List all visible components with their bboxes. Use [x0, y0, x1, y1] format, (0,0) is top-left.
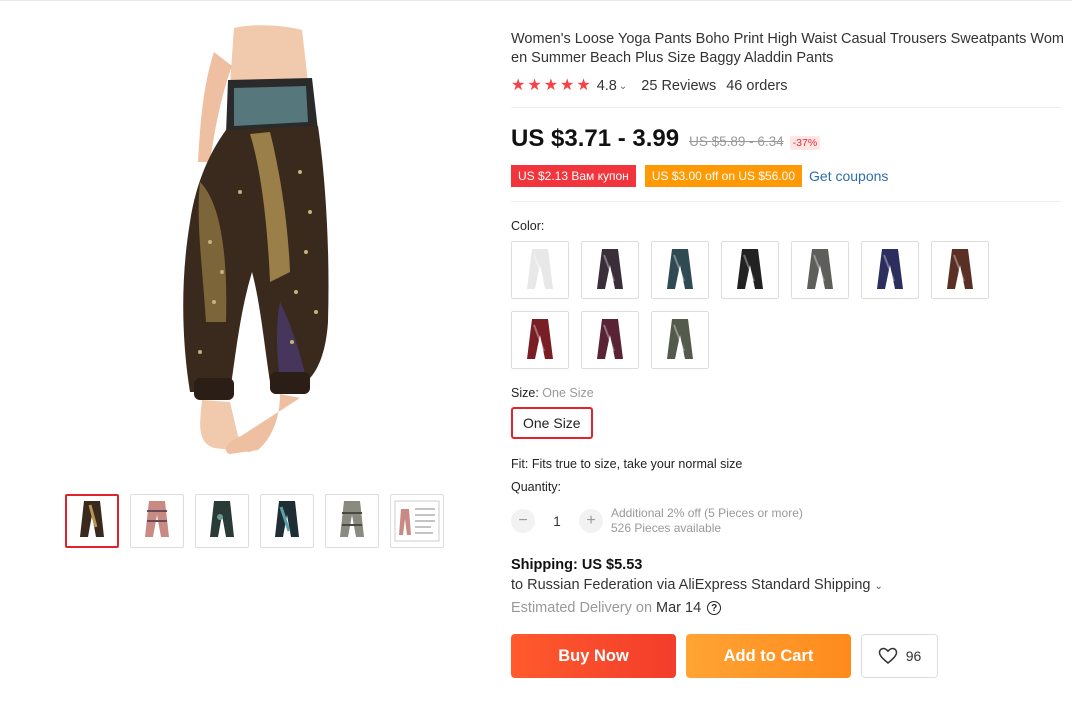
- shipping-cost: Shipping: US $5.53: [511, 557, 643, 573]
- divider: [511, 201, 1061, 202]
- color-swatch-navy-purple[interactable]: [861, 241, 919, 299]
- add-to-cart-button[interactable]: Add to Cart: [686, 634, 851, 678]
- quantity-info: Additional 2% off (5 Pieces or more) 526…: [611, 506, 803, 536]
- coupon-row: US $2.13 Вам купон US $3.00 off on US $5…: [511, 165, 1065, 187]
- chevron-down-icon[interactable]: ⌄: [875, 581, 883, 592]
- color-swatch-brown[interactable]: [931, 241, 989, 299]
- color-swatch-olive-grey[interactable]: [651, 311, 709, 369]
- thumbnail-4[interactable]: [260, 494, 314, 548]
- thumbnail-1[interactable]: [65, 494, 119, 548]
- rating-value[interactable]: 4.8: [597, 78, 617, 94]
- color-swatch-plum[interactable]: [581, 311, 639, 369]
- thumbnail-image: [210, 501, 234, 537]
- bulk-discount-note: Additional 2% off (5 Pieces or more): [611, 506, 803, 520]
- swatch-image: [667, 319, 693, 359]
- wishlist-button[interactable]: 96: [861, 634, 938, 678]
- color-swatch-white[interactable]: [511, 241, 569, 299]
- buy-now-button[interactable]: Buy Now: [511, 634, 676, 678]
- star-icon: ★: [543, 77, 559, 94]
- chevron-down-icon[interactable]: ⌄: [619, 81, 627, 92]
- thumbnail-image: [80, 501, 104, 537]
- color-swatch-teal[interactable]: [651, 241, 709, 299]
- quantity-stepper: − 1 + Additional 2% off (5 Pieces or mor…: [511, 506, 1065, 536]
- thumbnail-image: [340, 501, 364, 537]
- shipping-destination-text[interactable]: to Russian Federation via AliExpress Sta…: [511, 577, 870, 593]
- thumbnail-5[interactable]: [325, 494, 379, 548]
- price-row: US $3.71 - 3.99 US $5.89 - 6.34 -37%: [511, 125, 1065, 153]
- quantity-label: Quantity:: [511, 480, 562, 494]
- help-icon[interactable]: ?: [707, 601, 722, 615]
- swatch-image: [877, 249, 903, 289]
- quantity-increase-button[interactable]: +: [579, 509, 603, 533]
- main-product-image: [183, 25, 329, 454]
- color-swatches: [511, 241, 1001, 369]
- size-chart-thumbnail: [394, 500, 440, 542]
- thumbnail-image: [275, 501, 299, 537]
- quantity-value[interactable]: 1: [535, 514, 579, 529]
- size-option-one-size[interactable]: One Size: [511, 407, 593, 439]
- color-swatch-purple-black[interactable]: [581, 241, 639, 299]
- discount-badge: -37%: [789, 136, 821, 150]
- thumbnail-2[interactable]: [130, 494, 184, 548]
- swatch-image: [597, 249, 623, 289]
- product-details: Women's Loose Yoga Pants Boho Print High…: [511, 30, 1065, 678]
- size-label: Size: One Size: [511, 386, 1065, 400]
- orders-count: 46 orders: [726, 78, 788, 94]
- thumbnail-strip: [65, 494, 444, 548]
- swatch-image: [947, 249, 973, 289]
- action-buttons: Buy Now Add to Cart 96: [511, 634, 1065, 678]
- color-swatch-wine[interactable]: [511, 311, 569, 369]
- color-swatch-black[interactable]: [721, 241, 779, 299]
- quantity-decrease-button[interactable]: −: [511, 509, 535, 533]
- star-icon: ★: [511, 77, 526, 94]
- product-title: Women's Loose Yoga Pants Boho Print High…: [511, 31, 1064, 66]
- star-icon: ★: [560, 77, 575, 94]
- swatch-image: [597, 319, 623, 359]
- color-label: Color:: [511, 219, 545, 233]
- swatch-image: [807, 249, 833, 289]
- size-selected-value: One Size: [542, 386, 594, 400]
- heart-icon: [878, 647, 897, 664]
- rating-row: ★ ★ ★ ★ ★ 4.8 ⌄ 25 Reviews 46 orders: [511, 78, 1065, 95]
- fit-note: Fit: Fits true to size, take your normal…: [511, 457, 743, 471]
- estimated-delivery: Estimated Delivery on Mar 14 ?: [511, 600, 1065, 616]
- thumbnail-6[interactable]: [390, 494, 444, 548]
- current-price: US $3.71 - 3.99: [511, 125, 680, 152]
- reviews-link[interactable]: 25 Reviews: [641, 78, 716, 94]
- star-icon: ★: [576, 77, 591, 94]
- divider: [511, 107, 1061, 108]
- delivery-date: Mar 14: [656, 600, 702, 616]
- stock-available: 526 Pieces available: [611, 521, 722, 535]
- top-divider: [0, 0, 1072, 1]
- rating-stars: ★ ★ ★ ★ ★: [511, 78, 591, 94]
- thumbnail-image: [145, 501, 169, 537]
- coupon-badge-store[interactable]: US $3.00 off on US $56.00: [644, 165, 803, 187]
- shipping-destination[interactable]: to Russian Federation via AliExpress Sta…: [511, 577, 1065, 593]
- delivery-label: Estimated Delivery on: [511, 600, 653, 616]
- original-price: US $5.89 - 6.34: [689, 134, 784, 149]
- wishlist-count: 96: [905, 648, 922, 664]
- star-icon: ★: [527, 77, 542, 94]
- swatch-image: [737, 249, 763, 289]
- size-label-text: Size:: [511, 386, 539, 400]
- swatch-image: [527, 319, 553, 359]
- color-swatch-grey[interactable]: [791, 241, 849, 299]
- swatch-image: [667, 249, 693, 289]
- swatch-image: [527, 249, 553, 289]
- coupon-badge-new-user[interactable]: US $2.13 Вам купон: [511, 165, 636, 187]
- thumbnail-3[interactable]: [195, 494, 249, 548]
- get-coupons-link[interactable]: Get coupons: [809, 168, 888, 184]
